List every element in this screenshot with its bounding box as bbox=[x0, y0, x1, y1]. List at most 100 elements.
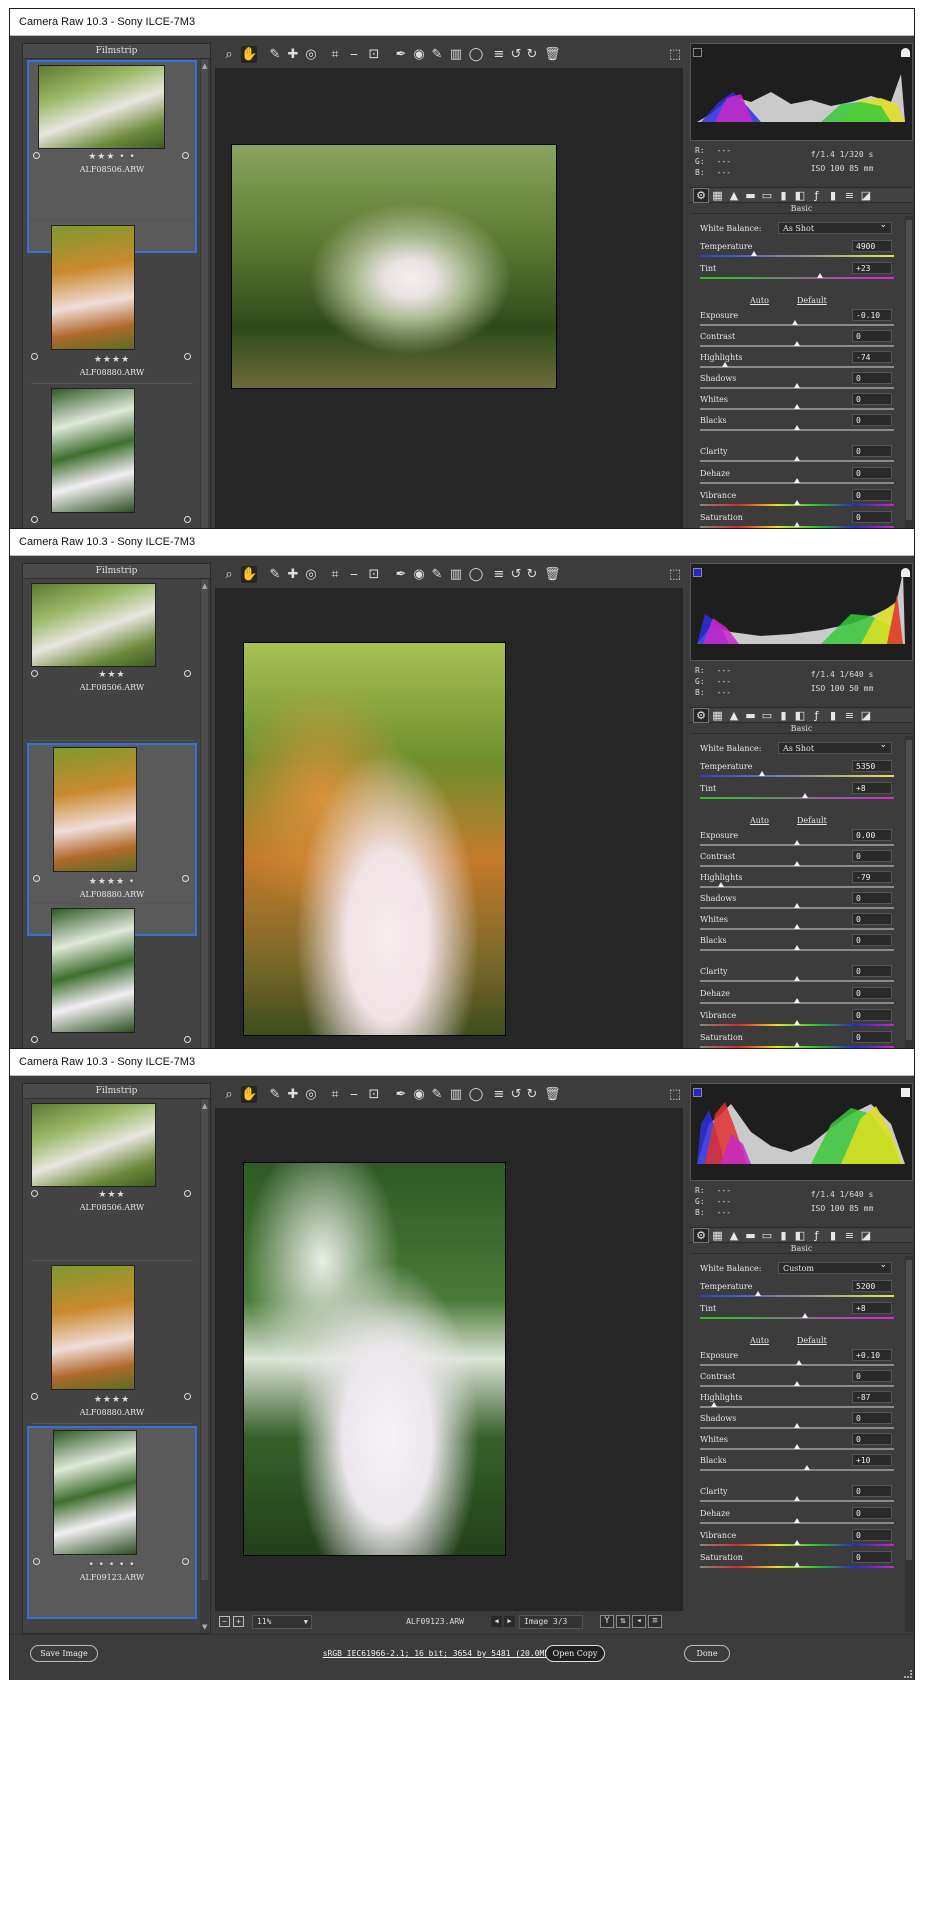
whites-input[interactable]: 0 bbox=[852, 393, 892, 405]
rotate-cw-icon[interactable]: ↻ bbox=[524, 46, 540, 63]
highlights-input[interactable]: -74 bbox=[852, 351, 892, 363]
filmstrip-scroll-thumb[interactable] bbox=[201, 1100, 208, 1580]
red-eye-icon[interactable]: ◉ bbox=[411, 1086, 427, 1103]
scroll-up-icon[interactable]: ▲ bbox=[202, 62, 207, 70]
adjustment-brush-icon[interactable]: ✎ bbox=[429, 566, 445, 583]
highlight-clipping-icon[interactable] bbox=[901, 1088, 910, 1097]
trash-icon[interactable]: 🗑 bbox=[544, 566, 561, 583]
hand-icon[interactable]: ✋ bbox=[241, 1086, 257, 1103]
vibrance-slider[interactable] bbox=[794, 1540, 800, 1545]
preferences-icon[interactable]: ≡ bbox=[491, 46, 507, 63]
temperature-slider[interactable] bbox=[751, 251, 758, 256]
calibration-tab-icon[interactable]: ▮ bbox=[826, 709, 840, 722]
zoom-out-button[interactable]: − bbox=[219, 1616, 230, 1627]
transform-icon[interactable]: ⊡ bbox=[366, 46, 382, 63]
dehaze-slider[interactable] bbox=[794, 478, 800, 483]
dehaze-input[interactable]: 0 bbox=[852, 467, 892, 479]
blacks-input[interactable]: +10 bbox=[852, 1454, 892, 1466]
rotate-ccw-icon[interactable]: ↺ bbox=[508, 1086, 524, 1103]
clarity-input[interactable]: 0 bbox=[852, 965, 892, 977]
white-balance-icon[interactable]: ✎ bbox=[267, 566, 283, 583]
saturation-slider[interactable] bbox=[794, 1562, 800, 1567]
fullscreen-icon[interactable]: ⬚ bbox=[667, 46, 683, 63]
exposure-slider[interactable] bbox=[792, 320, 799, 325]
split-toning-tab-icon[interactable]: ▭ bbox=[760, 1229, 774, 1242]
dehaze-input[interactable]: 0 bbox=[852, 987, 892, 999]
rating-stars[interactable]: • • • • • bbox=[29, 1560, 195, 1570]
tint-slider[interactable] bbox=[817, 273, 824, 278]
shadows-slider[interactable] bbox=[794, 383, 800, 388]
highlights-input[interactable]: -79 bbox=[852, 871, 892, 883]
rating-stars[interactable]: ★★★ • • bbox=[29, 152, 195, 162]
exposure-input[interactable]: +0.10 bbox=[852, 1349, 892, 1361]
presets-tab-icon[interactable]: ≡ bbox=[843, 709, 857, 722]
saturation-input[interactable]: 0 bbox=[852, 1031, 892, 1043]
saturation-input[interactable]: 0 bbox=[852, 511, 892, 523]
whites-slider[interactable] bbox=[794, 1444, 800, 1449]
zoom-select[interactable]: 11% ▼ bbox=[252, 1615, 312, 1629]
scroll-up-icon[interactable]: ▲ bbox=[202, 1102, 207, 1110]
preferences-icon[interactable]: ≡ bbox=[491, 1086, 507, 1103]
zoom-in-button[interactable]: + bbox=[233, 1616, 244, 1627]
tone-curve-tab-icon[interactable]: ▦ bbox=[711, 1229, 725, 1242]
zoom-icon[interactable]: ⌕ bbox=[221, 566, 237, 583]
straighten-icon[interactable]: ⎯ bbox=[346, 566, 362, 583]
highlights-slider[interactable] bbox=[710, 1402, 717, 1407]
saturation-slider[interactable] bbox=[794, 1042, 800, 1047]
snapshots-tab-icon[interactable]: ◪ bbox=[859, 1229, 873, 1242]
panel-scrollbar[interactable] bbox=[905, 1256, 913, 1632]
next-image-button[interactable]: ▶ bbox=[504, 1616, 515, 1627]
red-eye-icon[interactable]: ◉ bbox=[411, 566, 427, 583]
straighten-icon[interactable]: ⎯ bbox=[346, 46, 362, 63]
panel-scroll-thumb[interactable] bbox=[906, 1260, 912, 1560]
open-image-button[interactable]: Open Copy bbox=[545, 1645, 605, 1662]
temperature-input[interactable]: 5200 bbox=[852, 1280, 892, 1292]
highlights-slider[interactable] bbox=[718, 882, 725, 887]
default-link[interactable]: Default bbox=[797, 1336, 827, 1345]
exposure-slider[interactable] bbox=[794, 840, 800, 845]
hand-icon[interactable]: ✋ bbox=[241, 46, 257, 63]
adjustment-brush-icon[interactable]: ✎ bbox=[429, 1086, 445, 1103]
clarity-slider[interactable] bbox=[794, 1496, 800, 1501]
highlight-clipping-icon[interactable] bbox=[901, 48, 910, 57]
scroll-up-icon[interactable]: ▲ bbox=[202, 582, 207, 590]
default-link[interactable]: Default bbox=[797, 816, 827, 825]
default-link[interactable]: Default bbox=[797, 296, 827, 305]
blacks-input[interactable]: 0 bbox=[852, 414, 892, 426]
white-balance-select[interactable]: Custom bbox=[778, 1260, 892, 1274]
auto-link[interactable]: Auto bbox=[750, 296, 769, 305]
hsl-tab-icon[interactable]: ▬ bbox=[744, 709, 758, 722]
trash-icon[interactable]: 🗑 bbox=[544, 1086, 561, 1103]
temperature-input[interactable]: 4900 bbox=[852, 240, 892, 252]
adjustment-brush-icon[interactable]: ✎ bbox=[429, 46, 445, 63]
lens-tab-icon[interactable]: ▮ bbox=[777, 709, 791, 722]
target-adjust-icon[interactable]: ◎ bbox=[303, 566, 319, 583]
rating-stars[interactable]: ★★★★ bbox=[27, 1395, 197, 1405]
tint-slider[interactable] bbox=[801, 1313, 808, 1318]
blacks-input[interactable]: 0 bbox=[852, 934, 892, 946]
contrast-slider[interactable] bbox=[794, 1381, 800, 1386]
auto-link[interactable]: Auto bbox=[750, 1336, 769, 1345]
zoom-icon[interactable]: ⌕ bbox=[221, 1086, 237, 1103]
temperature-input[interactable]: 5350 bbox=[852, 760, 892, 772]
done-button[interactable]: Done bbox=[684, 1645, 730, 1662]
white-balance-icon[interactable]: ✎ bbox=[267, 46, 283, 63]
clarity-slider[interactable] bbox=[794, 976, 800, 981]
whites-slider[interactable] bbox=[794, 404, 800, 409]
detail-tab-icon[interactable]: ▲ bbox=[727, 709, 741, 722]
swap-settings-icon[interactable]: ◂ bbox=[632, 1615, 646, 1628]
red-eye-icon[interactable]: ◉ bbox=[411, 46, 427, 63]
zoom-icon[interactable]: ⌕ bbox=[221, 46, 237, 63]
contrast-slider[interactable] bbox=[794, 861, 800, 866]
fx-tab-icon[interactable]: ƒ bbox=[810, 709, 824, 722]
preview-preferences-icon[interactable]: ≡ bbox=[648, 1615, 662, 1628]
graduated-filter-icon[interactable]: ▥ bbox=[448, 566, 464, 583]
color-sampler-icon[interactable]: ✚ bbox=[285, 566, 301, 583]
contrast-slider[interactable] bbox=[794, 341, 800, 346]
highlight-clipping-icon[interactable] bbox=[901, 568, 910, 577]
basic-tab-icon[interactable]: ⚙ bbox=[693, 188, 709, 203]
whites-slider[interactable] bbox=[794, 924, 800, 929]
whites-input[interactable]: 0 bbox=[852, 913, 892, 925]
color-sampler-icon[interactable]: ✚ bbox=[285, 46, 301, 63]
vibrance-input[interactable]: 0 bbox=[852, 1009, 892, 1021]
